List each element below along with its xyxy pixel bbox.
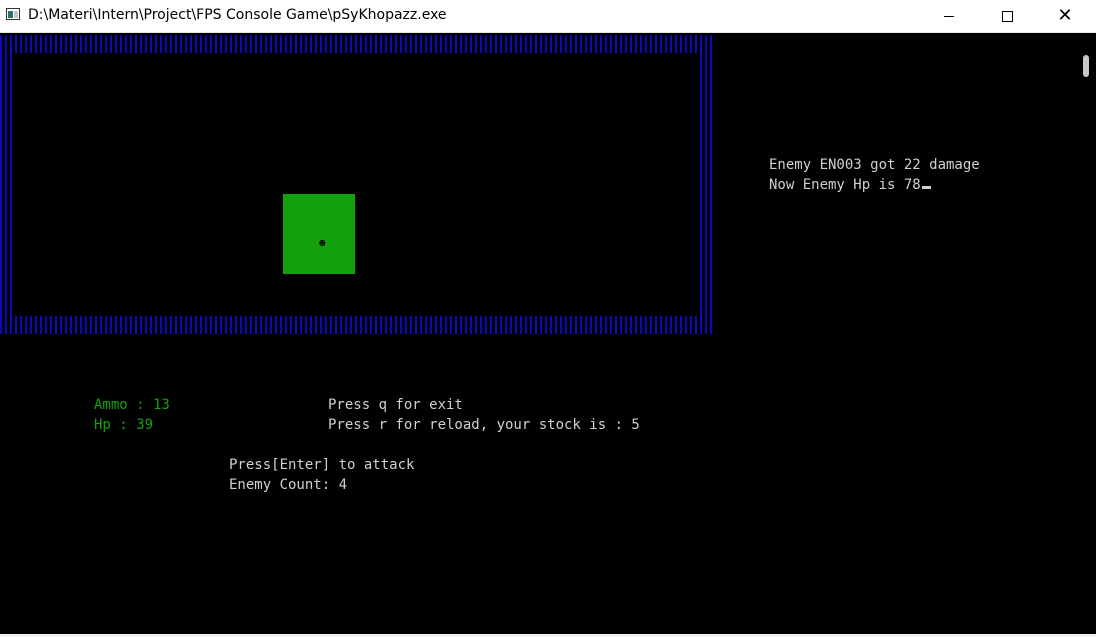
- ammo-stat: Ammo : 13: [94, 397, 170, 413]
- minimize-icon: [944, 15, 954, 17]
- enemy-hp-log-line: Now Enemy Hp is 78: [769, 175, 931, 195]
- enemy-count: Enemy Count: 4: [229, 477, 348, 493]
- exit-hint: Press q for exit: [328, 397, 463, 413]
- window-title: D:\Materi\Intern\Project\FPS Console Gam…: [28, 7, 447, 23]
- reload-hint: Press r for reload, your stock is : 5: [328, 417, 640, 433]
- damage-log-line: Enemy EN003 got 22 damage: [769, 157, 980, 173]
- scrollbar-thumb[interactable]: [1083, 55, 1089, 77]
- console-app-icon[interactable]: [6, 8, 20, 20]
- text-cursor: [921, 186, 931, 189]
- vertical-scrollbar[interactable]: [1076, 33, 1096, 634]
- hp-stat: Hp : 39: [94, 417, 154, 433]
- enemy-hp-log-text: Now Enemy Hp is 78: [769, 177, 921, 193]
- close-button[interactable]: ✕: [1042, 0, 1088, 32]
- maximize-button[interactable]: [984, 0, 1030, 32]
- arena-wall-top: [0, 35, 712, 53]
- arena-wall-bottom: [0, 316, 712, 334]
- arena-wall-left: [0, 53, 12, 316]
- close-icon: ✕: [1057, 5, 1073, 26]
- maximize-icon: [1001, 10, 1013, 22]
- attack-hint: Press[Enter] to attack: [229, 457, 415, 473]
- title-bar[interactable]: D:\Materi\Intern\Project\FPS Console Gam…: [0, 0, 1096, 33]
- game-arena: [0, 35, 712, 334]
- arena-wall-right: [700, 53, 712, 316]
- enemy-face-icon: ☻: [319, 237, 326, 250]
- enemy-block: [283, 194, 355, 274]
- minimize-button[interactable]: [926, 0, 972, 32]
